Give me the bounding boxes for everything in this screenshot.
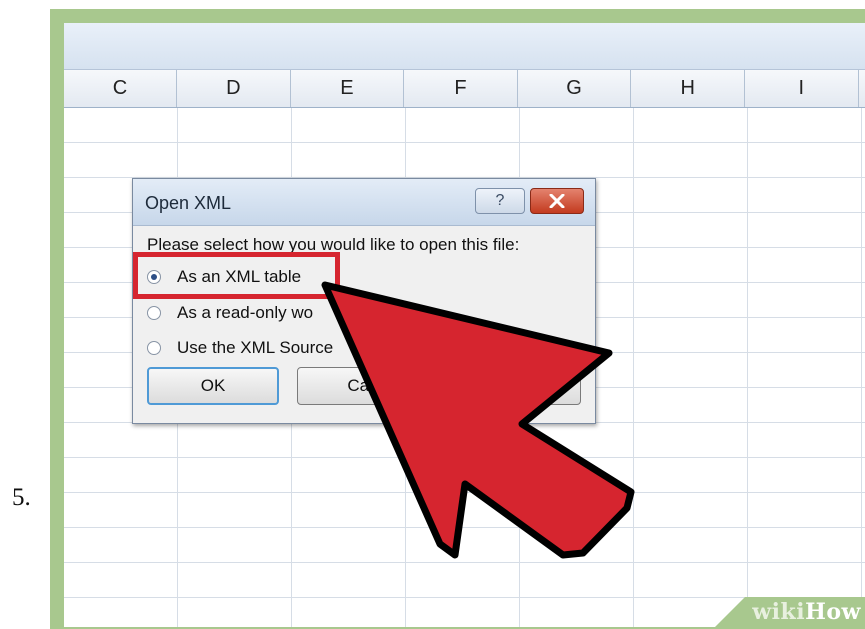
pointer-arrow-icon: [321, 281, 635, 559]
wikihow-logo: wikiHow: [752, 599, 861, 625]
